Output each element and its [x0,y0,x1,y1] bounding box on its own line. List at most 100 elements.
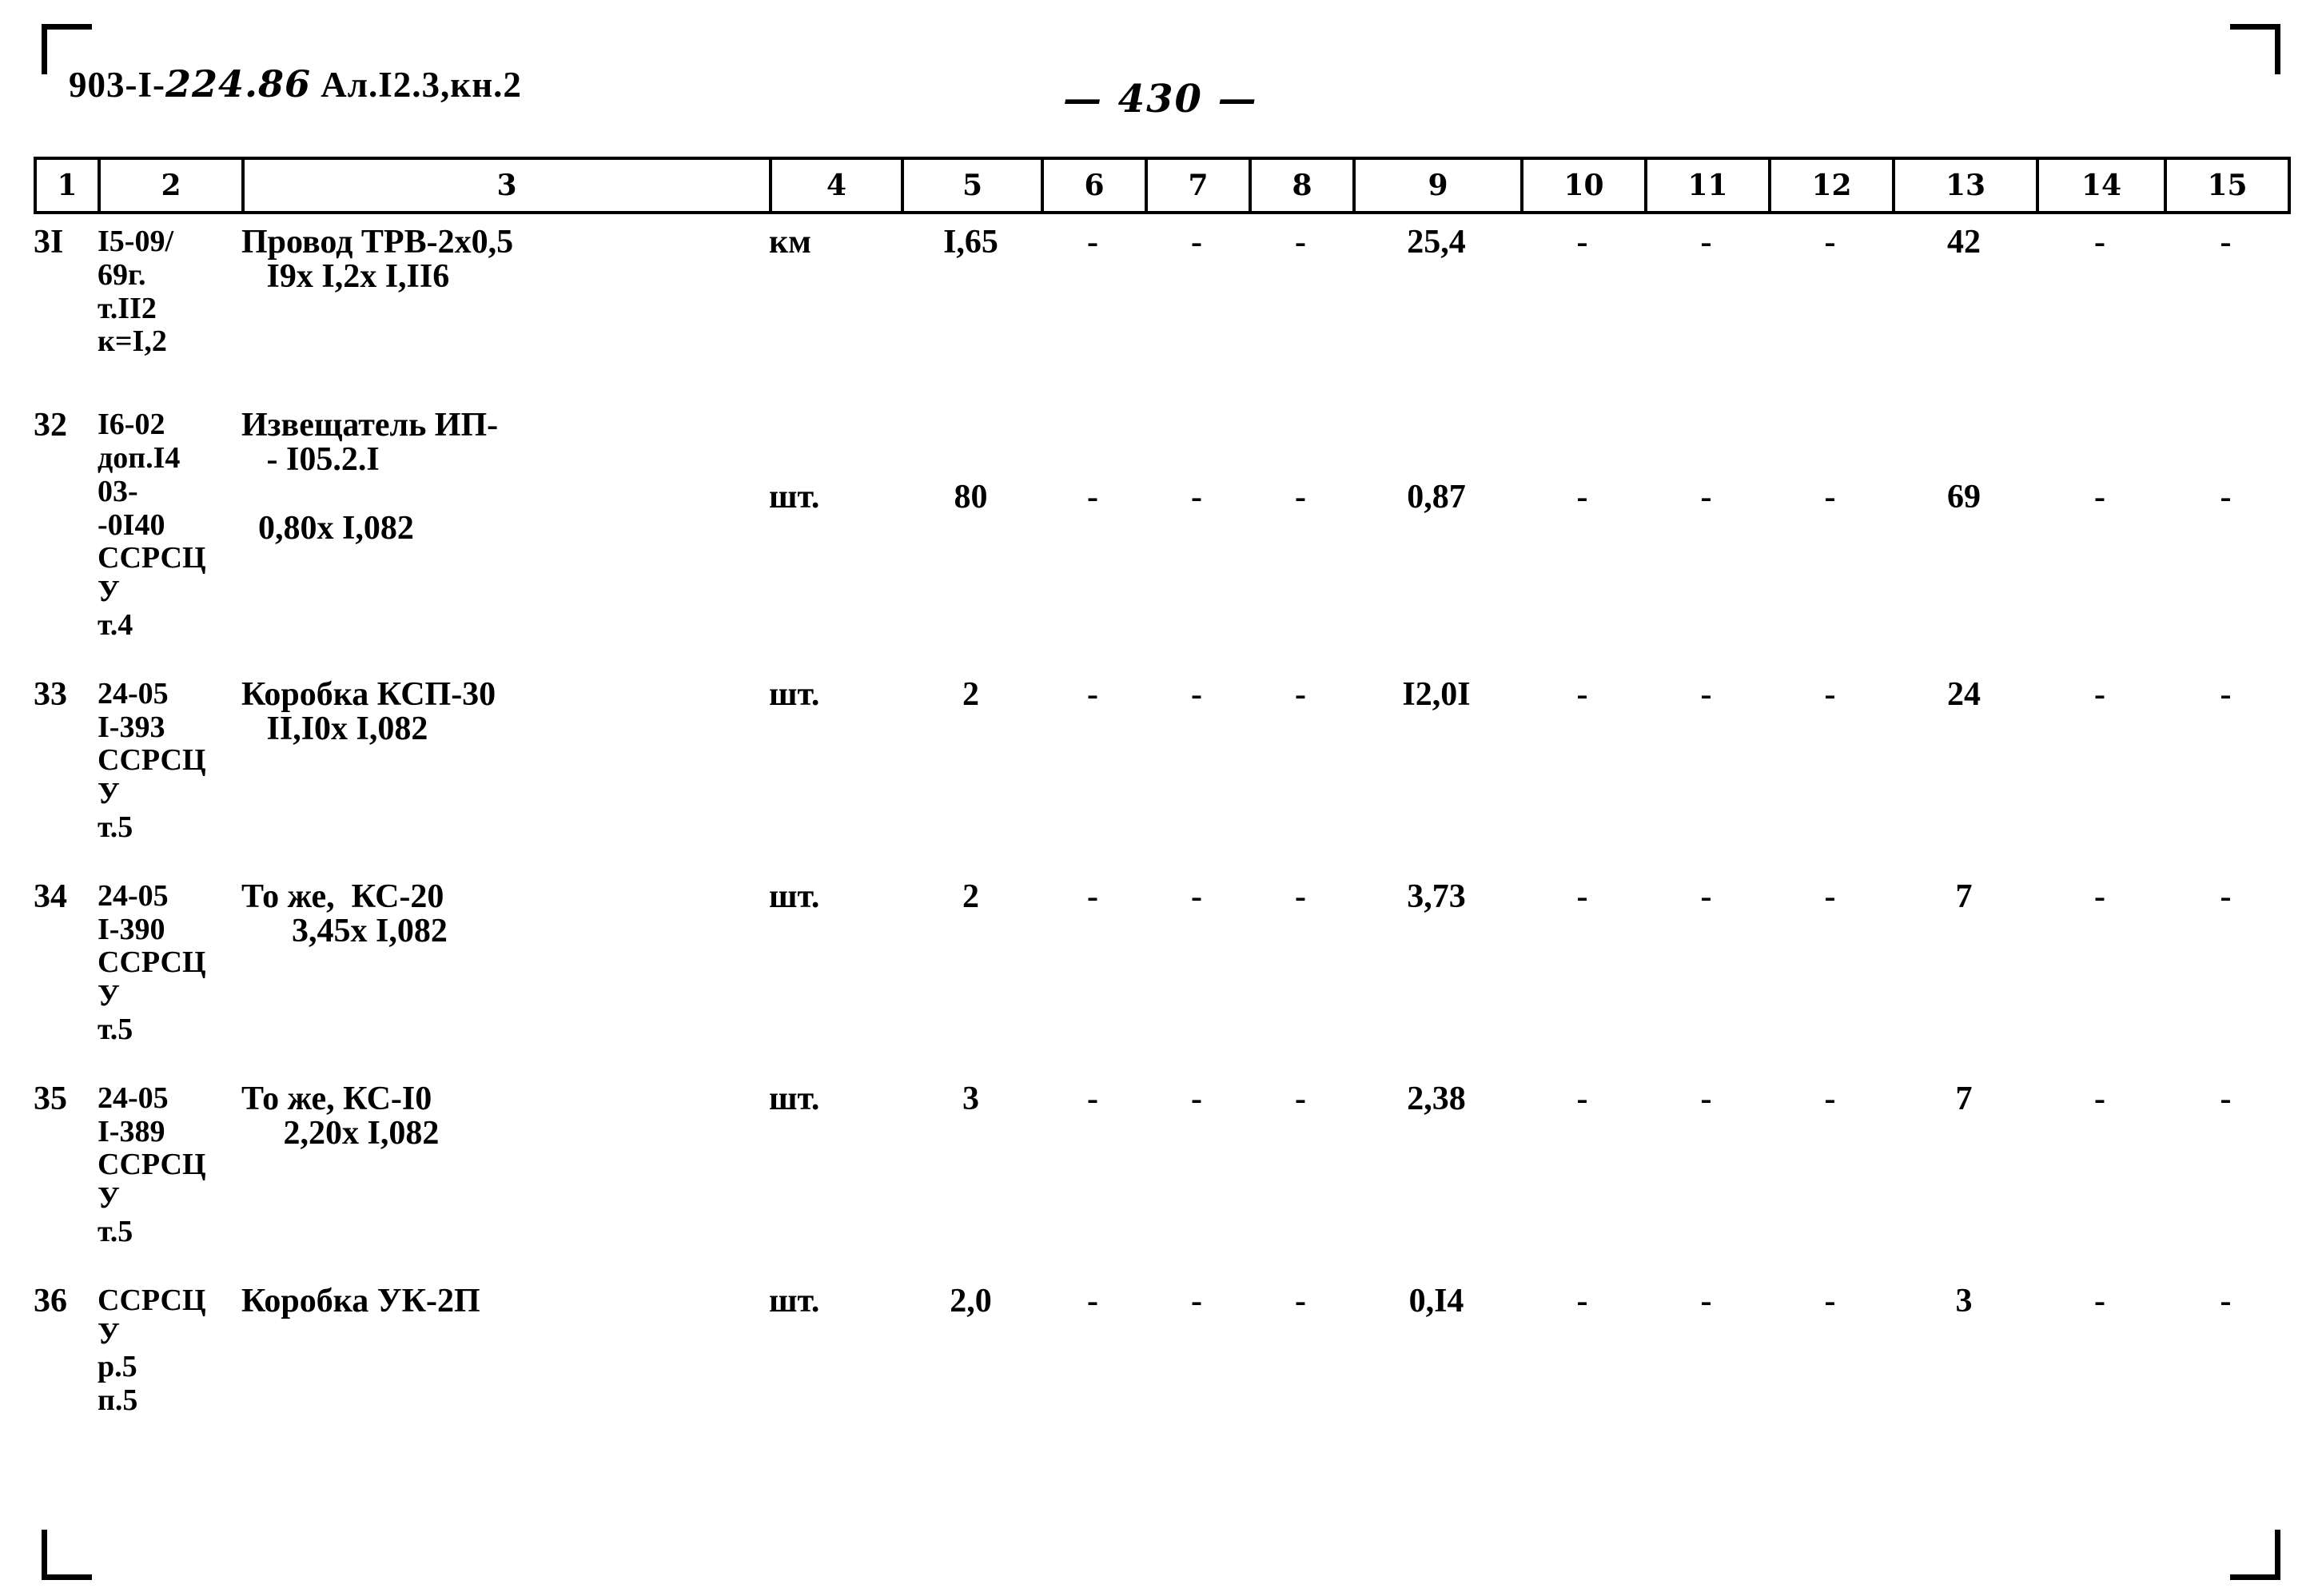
row-col7: - [1191,1282,1202,1319]
estimate-table: 3I I5-09/ 69г. т.II2 к=I,2 Провод ТРВ-2х0,… [34,214,2288,1418]
row-spacer-cell [34,845,2288,869]
row-unit-price: 0,I4 [1408,1282,1464,1319]
row-col12: - [1824,675,1836,713]
row-col14: - [2094,878,2105,915]
row-col10: - [1576,675,1588,713]
row-spacer-cell [34,1249,2288,1273]
column-header-6: 6 [1041,157,1148,214]
row-position-number: 35 [34,1080,67,1117]
row-col8: - [1295,1282,1306,1319]
row-unit: шт. [769,479,820,516]
row-col15: - [2220,224,2232,261]
row-total: 7 [1955,878,1973,915]
column-header-8: 8 [1249,157,1356,214]
row-col14: - [2094,675,2105,713]
column-header-10: 10 [1520,157,1647,214]
document-code-prefix: 903-I- [69,65,165,105]
row-col11: - [1700,1282,1712,1319]
row-spacer [34,845,2288,869]
row-col12: - [1824,1080,1836,1117]
row-col6: - [1087,224,1098,261]
row-col14: - [2094,1282,2105,1319]
row-unit: шт. [769,1080,820,1117]
row-col12: - [1824,878,1836,915]
table-header-row: 1 2 3 4 5 6 7 8 9 10 11 12 13 14 15 [34,157,2291,214]
document-album-book: Ал.I2.3,кн.2 [321,65,522,105]
row-norm-code: I6-02 доп.I4 03- -0I40 ССРСЦ У т.4 [98,408,206,642]
row-col10: - [1576,878,1588,915]
document-header: 903-I-224.86 Ал.I2.3,кн.2 [69,62,522,105]
row-item-name: Извещатель ИП- - I05.2.I 0,80х I,082 [241,407,499,547]
row-qty: 2,0 [950,1282,992,1319]
row-col6: - [1087,675,1098,713]
row-unit: км [769,224,811,261]
row-spacer-cell [34,359,2288,396]
row-item-name: Провод ТРВ-2х0,5 I9х I,2х I,II6 [241,224,514,295]
row-unit: шт. [769,878,820,915]
row-unit: шт. [769,675,820,713]
row-position-number: 32 [34,407,67,444]
row-norm-code: 24-05 I-390 ССРСЦ У т.5 [98,878,206,1046]
row-unit-price: I2,0I [1402,675,1471,713]
table-row: 3I I5-09/ 69г. т.II2 к=I,2 Провод ТРВ-2х0,… [34,214,2288,359]
table-row: 34 24-05 I-390 ССРСЦ У т.5 То же, КС-20 3,… [34,869,2288,1047]
row-col7: - [1191,479,1202,516]
row-spacer [34,1047,2288,1071]
row-col11: - [1700,224,1712,261]
row-qty: I,65 [943,224,998,261]
row-total: 7 [1955,1080,1973,1117]
column-number-table: 1 2 3 4 5 6 7 8 9 10 11 12 13 14 15 [34,157,2291,214]
column-header-7: 7 [1145,157,1252,214]
row-col11: - [1700,675,1712,713]
row-spacer-cell [34,643,2288,667]
row-col11: - [1700,878,1712,915]
table-header-strip: 1 2 3 4 5 6 7 8 9 10 11 12 13 14 15 [34,157,2291,214]
row-qty: 3 [962,1080,979,1117]
row-unit-price: 2,38 [1407,1080,1466,1117]
row-col8: - [1295,1080,1306,1117]
row-col10: - [1576,224,1588,261]
row-col14: - [2094,479,2105,516]
document-header-suffix [311,65,321,105]
row-col15: - [2220,878,2232,915]
row-col6: - [1087,878,1098,915]
row-item-name: То же, КС-20 3,45х I,082 [241,878,448,949]
row-col15: - [2220,1282,2232,1319]
row-total: 69 [1947,479,1981,516]
row-col15: - [2220,479,2232,516]
row-unit: шт. [769,1282,820,1319]
row-norm-code: I5-09/ 69г. т.II2 к=I,2 [98,225,173,359]
column-header-3: 3 [241,157,772,214]
column-header-4: 4 [769,157,904,214]
row-col12: - [1824,479,1836,516]
row-norm-code: 24-05 I-389 ССРСЦ У т.5 [98,1081,206,1248]
row-unit-price: 25,4 [1407,224,1466,261]
crop-mark-bottom-left [42,1530,92,1580]
crop-mark-top-right [2230,24,2280,74]
row-spacer [34,1249,2288,1273]
column-header-1: 1 [34,157,101,214]
row-total: 3 [1955,1282,1973,1319]
column-header-13: 13 [1892,157,2039,214]
row-col7: - [1191,878,1202,915]
row-col12: - [1824,1282,1836,1319]
column-header-12: 12 [1768,157,1895,214]
row-col12: - [1824,224,1836,261]
row-col10: - [1576,1282,1588,1319]
row-col8: - [1295,224,1306,261]
page-number: — 430 — [1063,77,1258,121]
row-item-name: Коробка УК-2П [241,1282,480,1319]
row-col10: - [1576,1080,1588,1117]
row-col15: - [2220,1080,2232,1117]
row-norm-code: ССРСЦ У р.5 п.5 [98,1283,206,1418]
row-col15: - [2220,675,2232,713]
row-unit-price: 3,73 [1407,878,1466,915]
column-header-14: 14 [2036,157,2167,214]
row-position-number: 3I [34,224,64,261]
row-col11: - [1700,1080,1712,1117]
row-qty: 80 [954,479,988,516]
crop-mark-bottom-right [2230,1530,2280,1580]
row-col14: - [2094,224,2105,261]
row-qty: 2 [962,878,979,915]
row-unit-price: 0,87 [1407,479,1466,516]
